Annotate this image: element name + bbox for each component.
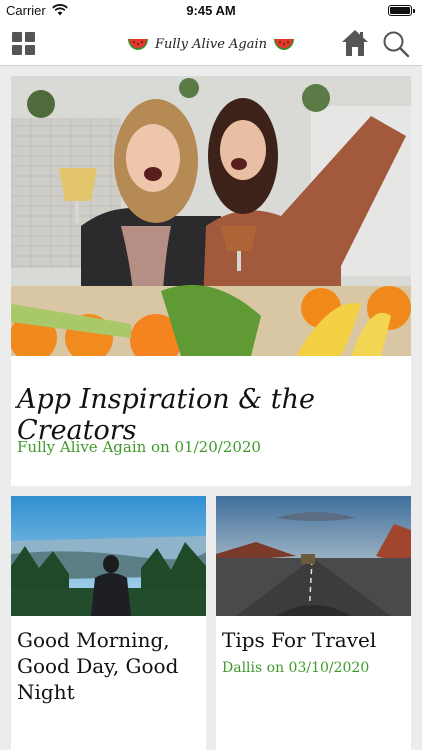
post-card[interactable]: Tips For Travel Dallis on 03/10/2020 (216, 496, 411, 750)
post-title[interactable]: Tips For Travel (222, 627, 407, 653)
featured-post-photo (11, 76, 411, 356)
featured-post-meta: Fully Alive Again on 01/20/2020 (17, 438, 261, 456)
app-title: Fully Alive Again (154, 36, 268, 52)
home-icon[interactable] (340, 28, 370, 58)
post-meta: Dallis on 03/10/2020 (222, 660, 370, 676)
watermelon-icon (127, 39, 148, 50)
post-card[interactable]: Good Morning, Good Day, Good Night (11, 496, 206, 750)
nav-bar: Fully Alive Again (0, 22, 422, 66)
status-bar: Carrier 9:45 AM (0, 0, 422, 22)
battery-icon (388, 5, 415, 16)
featured-post-title[interactable]: App Inspiration & the Creators (17, 384, 411, 446)
featured-post-card[interactable]: App Inspiration & the Creators Fully Ali… (11, 76, 411, 486)
post-photo (216, 496, 411, 616)
clock: 9:45 AM (186, 3, 236, 18)
watermelon-icon (274, 39, 295, 50)
post-photo (11, 496, 206, 616)
post-title[interactable]: Good Morning, Good Day, Good Night (17, 627, 202, 705)
search-icon[interactable] (382, 30, 410, 58)
